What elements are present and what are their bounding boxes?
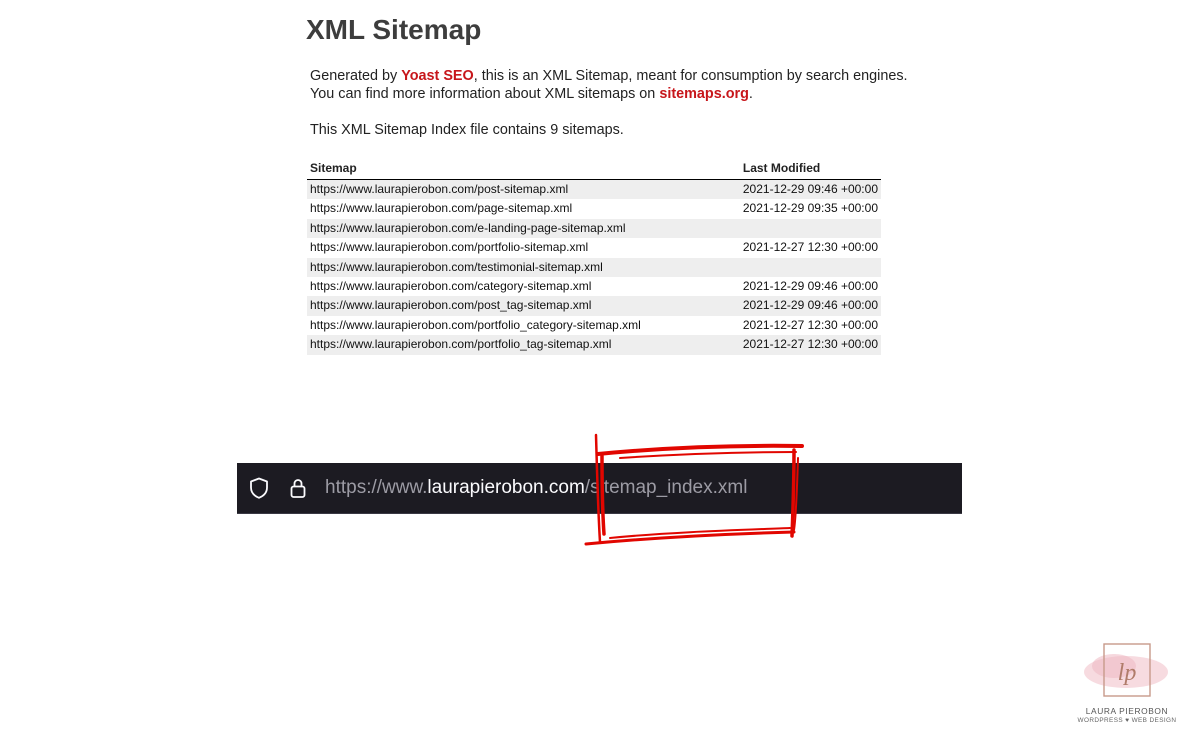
lock-icon[interactable] xyxy=(286,476,310,500)
url-host: laurapierobon.com xyxy=(427,477,585,498)
last-modified-cell: 2021-12-29 09:35 +00:00 xyxy=(739,199,881,219)
sitemap-url-link[interactable]: https://www.laurapierobon.com/portfolio-… xyxy=(307,238,740,258)
shield-icon[interactable] xyxy=(247,476,271,500)
sitemap-url-link[interactable]: https://www.laurapierobon.com/page-sitem… xyxy=(307,199,740,219)
sitemap-url-link[interactable]: https://www.laurapierobon.com/post_tag-s… xyxy=(307,296,740,316)
sitemap-url-link[interactable]: https://www.laurapierobon.com/portfolio_… xyxy=(307,335,740,355)
page: XML Sitemap Generated by Yoast SEO, this… xyxy=(0,0,1200,750)
browser-address-bar[interactable]: https://www.laurapierobon.com/sitemap_in… xyxy=(237,463,962,514)
yoast-seo-link[interactable]: Yoast SEO xyxy=(401,68,474,84)
url-scheme: https://www. xyxy=(325,477,428,498)
page-title: XML Sitemap xyxy=(306,14,482,45)
intro-text: Generated by Yoast SEO, this is an XML S… xyxy=(310,67,950,103)
table-row: https://www.laurapierobon.com/e-landing-… xyxy=(307,218,881,239)
address-url[interactable]: https://www.laurapierobon.com/sitemap_in… xyxy=(325,477,747,499)
brand-logo: lp LAURA PIEROBON WORDPRESS ♥ WEB DESIGN xyxy=(1062,636,1192,736)
logo-tagline: WORDPRESS ♥ WEB DESIGN xyxy=(1077,717,1177,724)
table-row: https://www.laurapierobon.com/portfolio-… xyxy=(307,238,881,258)
table-row: https://www.laurapierobon.com/page-sitem… xyxy=(307,199,881,219)
sitemap-count-summary: This XML Sitemap Index file contains 9 s… xyxy=(310,122,624,138)
sitemap-rows: https://www.laurapierobon.com/post-sitem… xyxy=(307,179,881,355)
sitemap-url-link[interactable]: https://www.laurapierobon.com/e-landing-… xyxy=(307,218,740,239)
table-row: https://www.laurapierobon.com/post-sitem… xyxy=(307,179,881,200)
column-header-sitemap: Sitemap xyxy=(307,160,740,180)
table-row: https://www.laurapierobon.com/portfolio_… xyxy=(307,335,881,355)
table-header-row: Sitemap Last Modified xyxy=(307,160,881,180)
last-modified-cell xyxy=(739,257,881,278)
last-modified-cell: 2021-12-29 09:46 +00:00 xyxy=(739,179,881,200)
sitemap-table: Sitemap Last Modified https://www.laurap… xyxy=(307,160,881,355)
last-modified-cell: 2021-12-27 12:30 +00:00 xyxy=(739,335,881,355)
last-modified-cell: 2021-12-29 09:46 +00:00 xyxy=(739,296,881,316)
column-header-last-modified: Last Modified xyxy=(739,160,881,180)
logo-name: LAURA PIEROBON xyxy=(1085,706,1169,716)
url-path: /sitemap_index.xml xyxy=(584,477,748,498)
intro-line-1-after: , this is an XML Sitemap, meant for cons… xyxy=(473,68,908,84)
last-modified-cell xyxy=(739,218,881,239)
logo-monogram: lp xyxy=(1118,660,1137,686)
intro-line-2-after: . xyxy=(748,86,753,102)
table-row: https://www.laurapierobon.com/category-s… xyxy=(307,277,881,297)
sitemap-url-link[interactable]: https://www.laurapierobon.com/testimonia… xyxy=(307,257,740,278)
sitemap-url-link[interactable]: https://www.laurapierobon.com/portfolio_… xyxy=(307,315,740,336)
sitemap-url-link[interactable]: https://www.laurapierobon.com/post-sitem… xyxy=(307,179,740,200)
table-row: https://www.laurapierobon.com/testimonia… xyxy=(307,257,881,278)
table-row: https://www.laurapierobon.com/portfolio_… xyxy=(307,315,881,336)
last-modified-cell: 2021-12-29 09:46 +00:00 xyxy=(739,277,881,297)
last-modified-cell: 2021-12-27 12:30 +00:00 xyxy=(739,238,881,258)
table-row: https://www.laurapierobon.com/post_tag-s… xyxy=(307,296,881,316)
last-modified-cell: 2021-12-27 12:30 +00:00 xyxy=(739,315,881,336)
intro-line-2: You can find more information about XML … xyxy=(310,85,950,103)
logo-mark: lp xyxy=(1084,643,1168,697)
sitemap-url-link[interactable]: https://www.laurapierobon.com/category-s… xyxy=(307,277,740,297)
sitemaps-org-link[interactable]: sitemaps.org xyxy=(659,86,749,102)
intro-line-1: Generated by Yoast SEO, this is an XML S… xyxy=(310,67,950,85)
intro-line-1-before: Generated by xyxy=(310,68,402,84)
intro-line-2-before: You can find more information about XML … xyxy=(310,86,660,102)
